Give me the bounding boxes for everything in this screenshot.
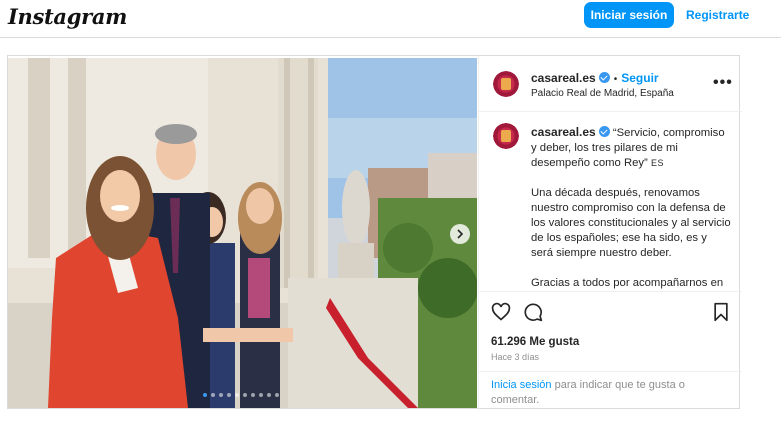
post-caption: casareal.es “Servicio, compromiso y debe…: [479, 113, 742, 291]
caption-paragraph-3: Gracias a todos por acompañarnos en un d…: [531, 277, 724, 289]
carousel-indicator: [203, 393, 279, 397]
carousel-dot: [251, 393, 255, 397]
verified-badge-icon: [598, 72, 610, 83]
avatar[interactable]: [491, 69, 521, 99]
carousel-dot: [259, 393, 263, 397]
post-side-panel: casareal.es • Seguir Palacio Real de Madri…: [478, 56, 742, 410]
carousel-dot: [243, 393, 247, 397]
crest-icon: [501, 130, 511, 142]
login-button[interactable]: Iniciar sesión: [584, 2, 674, 28]
carousel-dot: [211, 393, 215, 397]
carousel-next-button[interactable]: [450, 224, 470, 244]
top-navbar: Instagram Iniciar sesión Registrarte: [0, 0, 781, 38]
spain-flag-icon: ES: [650, 158, 664, 168]
follow-button[interactable]: Seguir: [621, 71, 658, 85]
login-to-like-prompt: Inicia sesión para indicar que te gusta …: [479, 371, 742, 411]
avatar[interactable]: [491, 121, 521, 151]
carousel-dot: [275, 393, 279, 397]
post-card: casareal.es • Seguir Palacio Real de Madri…: [7, 55, 742, 410]
carousel-dot: [235, 393, 239, 397]
comment-icon[interactable]: [523, 302, 543, 322]
carousel-dot: [203, 393, 207, 397]
post-actions: 61.296 Me gusta Hace 3 días Inicia sesió…: [479, 291, 742, 410]
carousel-dot: [219, 393, 223, 397]
author-username[interactable]: casareal.es: [531, 71, 596, 85]
post-timestamp[interactable]: Hace 3 días: [491, 352, 539, 362]
likes-count[interactable]: 61.296 Me gusta: [491, 336, 579, 348]
login-link[interactable]: Inicia sesión: [491, 379, 552, 391]
bookmark-icon[interactable]: [711, 302, 731, 322]
register-link[interactable]: Registrarte: [686, 8, 749, 22]
post-author-line: casareal.es • Seguir: [531, 71, 659, 85]
carousel-dot: [267, 393, 271, 397]
instagram-logo[interactable]: Instagram: [8, 4, 127, 29]
post-header: casareal.es • Seguir Palacio Real de Madri…: [479, 56, 742, 112]
caption-text: casareal.es “Servicio, compromiso y debe…: [531, 125, 731, 291]
crest-icon: [501, 78, 511, 90]
caption-paragraph-2: Una década después, renovamos nuestro co…: [531, 187, 731, 259]
separator-dot: •: [613, 74, 618, 85]
caption-username[interactable]: casareal.es: [531, 125, 596, 139]
verified-badge-icon: [598, 126, 610, 137]
carousel-dot: [227, 393, 231, 397]
heart-icon[interactable]: [491, 302, 511, 322]
photo-illustration: [8, 58, 477, 408]
chevron-right-icon: [457, 229, 464, 239]
post-location[interactable]: Palacio Real de Madrid, España: [531, 88, 674, 99]
more-options-icon[interactable]: •••: [713, 74, 733, 92]
post-photo[interactable]: [8, 58, 477, 408]
